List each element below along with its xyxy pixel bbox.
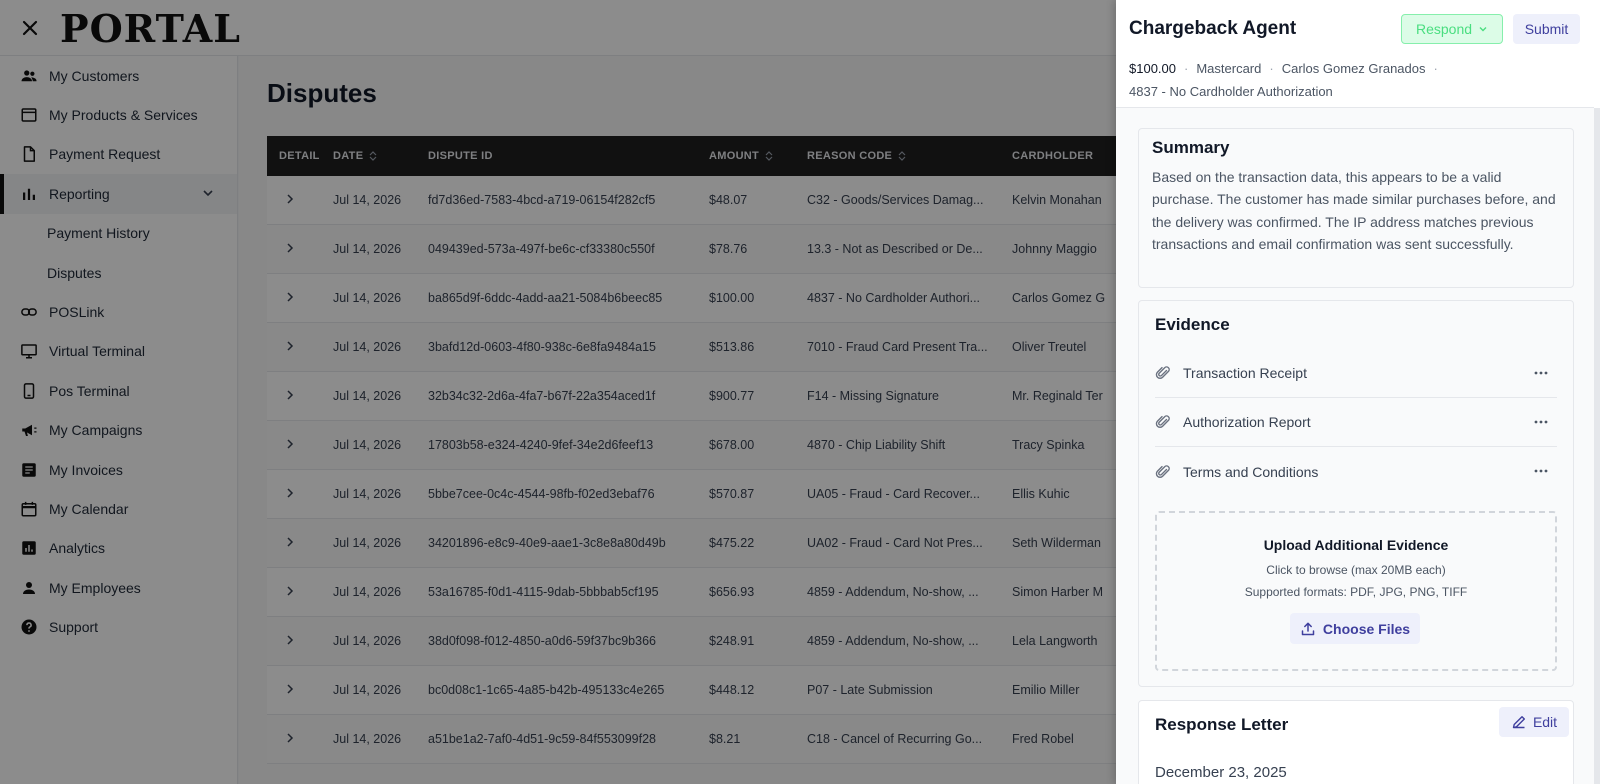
summary-text: Based on the transaction data, this appe… (1152, 169, 1556, 252)
evidence-card: Evidence Transaction Receipt Authorizati… (1138, 300, 1574, 687)
modal-backdrop[interactable] (0, 0, 1116, 784)
reason-code: 4837 - No Cardholder Authorization (1129, 84, 1333, 99)
letter-date: December 23, 2025 (1155, 764, 1287, 781)
evidence-item[interactable]: Transaction Receipt (1155, 349, 1557, 398)
drawer-header: Chargeback Agent Respond Submit $100.00 ·… (1116, 0, 1594, 108)
upload-icon (1301, 622, 1315, 635)
chevron-down-icon (1479, 27, 1487, 32)
upload-formats: Supported formats: PDF, JPG, PNG, TIFF (1244, 585, 1468, 599)
evidence-item-label: Transaction Receipt (1183, 365, 1307, 381)
pencil-icon (1512, 716, 1525, 729)
evidence-item-label: Terms and Conditions (1183, 463, 1319, 480)
paperclip-icon (1155, 415, 1170, 428)
cardholder-name: Carlos Gomez Granados (1281, 61, 1426, 76)
more-options-icon[interactable] (1533, 367, 1549, 379)
submit-button[interactable]: Submit (1513, 14, 1580, 44)
separator: · (1269, 61, 1274, 76)
choose-files-button[interactable]: Choose Files (1290, 613, 1420, 644)
edit-label: Edit (1532, 714, 1558, 730)
drawer-body: Summary Based on the transaction data, t… (1116, 108, 1594, 784)
edit-button[interactable]: Edit (1499, 707, 1569, 737)
evidence-item[interactable]: Terms and Conditions (1155, 447, 1557, 496)
respond-label: Respond (1415, 21, 1473, 37)
separator: · (1184, 61, 1189, 76)
choose-files-label: Choose Files (1322, 620, 1411, 637)
dispute-amount: $100.00 (1129, 61, 1176, 76)
evidence-title: Evidence (1155, 315, 1230, 334)
response-letter-title: Response Letter (1155, 715, 1289, 734)
respond-button[interactable]: Respond (1401, 14, 1503, 44)
separator: · (1433, 61, 1438, 76)
evidence-item-label: Authorization Report (1183, 414, 1311, 430)
summary-title: Summary (1152, 138, 1230, 157)
upload-dropzone[interactable]: Upload Additional Evidence Click to brow… (1155, 511, 1557, 671)
paperclip-icon (1155, 366, 1170, 379)
paperclip-icon (1155, 464, 1170, 478)
drawer-scrollbar[interactable] (1594, 108, 1600, 784)
dispute-meta: $100.00 · Mastercard · Carlos Gomez Granados… (1129, 61, 1446, 76)
upload-title: Upload Additional Evidence (1263, 537, 1449, 553)
response-letter-card: Response Letter Edit December 23, 2025 (1138, 700, 1574, 784)
summary-card: Summary Based on the transaction data, t… (1138, 128, 1574, 288)
more-options-icon[interactable] (1533, 416, 1549, 428)
card-network: Mastercard (1196, 61, 1262, 76)
upload-hint: Click to browse (max 20MB each) (1266, 563, 1446, 577)
chargeback-agent-drawer: Chargeback Agent Respond Submit $100.00 ·… (1116, 0, 1600, 784)
more-options-icon[interactable] (1533, 465, 1549, 477)
drawer-title: Chargeback Agent (1129, 18, 1297, 39)
evidence-item[interactable]: Authorization Report (1155, 398, 1557, 447)
